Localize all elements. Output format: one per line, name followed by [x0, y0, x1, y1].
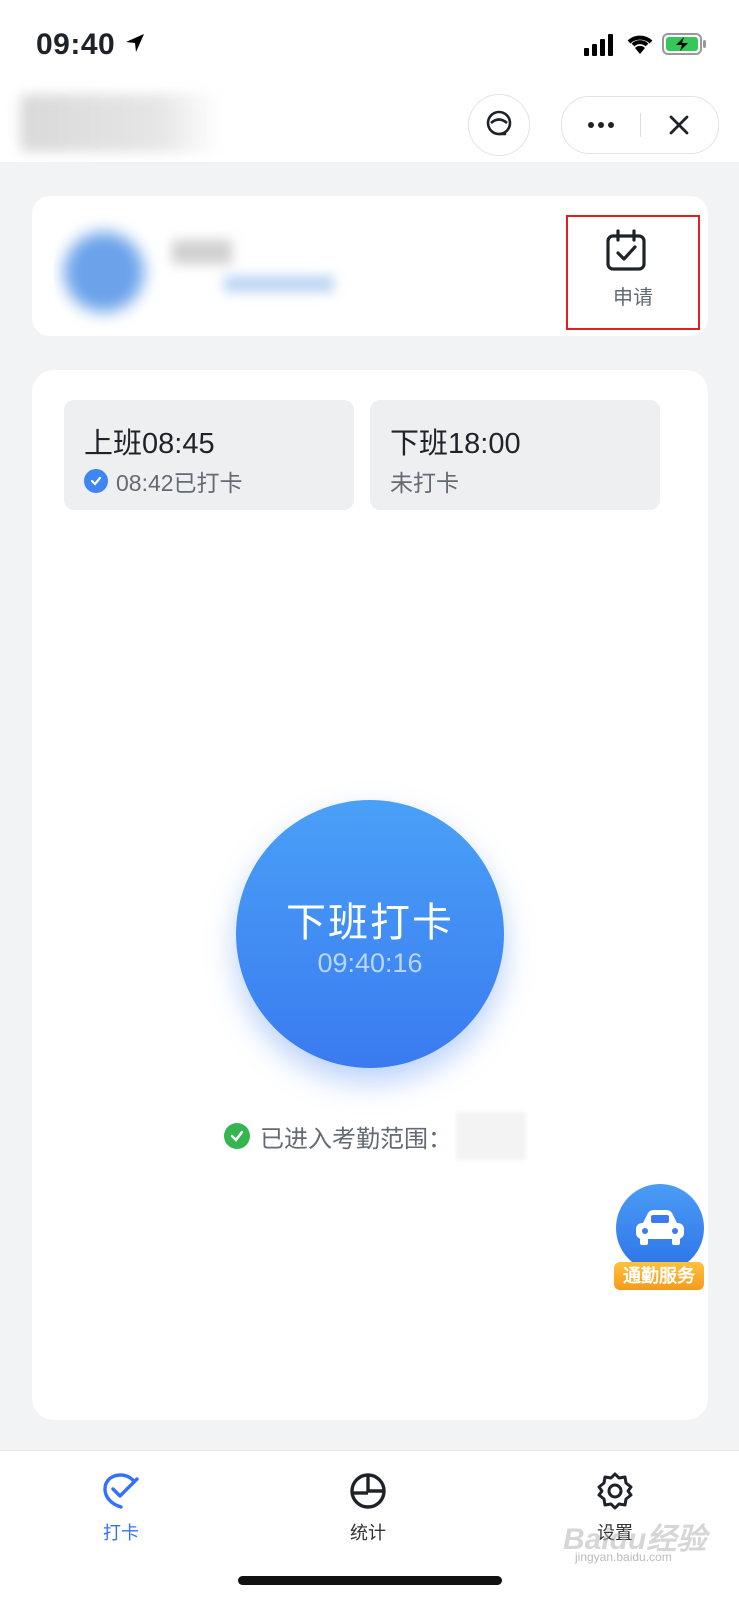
tab-punch[interactable]: 打卡	[66, 1469, 176, 1549]
watermark-url: jingyan.baidu.com	[575, 1550, 672, 1564]
shift-status-text: 08:42已打卡	[116, 470, 243, 496]
range-text: 已进入考勤范围：	[260, 1125, 452, 1153]
home-indicator	[238, 1576, 502, 1585]
shift-status: 08:42已打卡	[84, 464, 243, 498]
pie-chart-icon	[350, 1473, 386, 1509]
tab-label: 打卡	[103, 1523, 139, 1543]
cellular-signal-icon	[584, 34, 613, 56]
support-button[interactable]	[468, 94, 530, 156]
status-time: 09:40	[36, 28, 116, 61]
check-circle-green-icon	[224, 1123, 250, 1149]
blurred-title	[20, 94, 220, 152]
commute-icon-circle	[616, 1184, 704, 1272]
shift-status-text: 未打卡	[390, 470, 459, 496]
commute-label: 通勤服务	[614, 1262, 704, 1290]
status-bar: 09:40	[0, 0, 739, 90]
apply-button[interactable]: 申请	[566, 215, 700, 330]
tab-statistics[interactable]: 统计	[313, 1469, 423, 1549]
more-button[interactable]	[580, 105, 622, 145]
blurred-location	[456, 1112, 526, 1160]
blurred-profile	[54, 210, 354, 330]
shift-card-clock-in[interactable]: 上班08:45 08:42已打卡	[64, 400, 354, 510]
close-icon	[669, 115, 689, 135]
battery-icon	[662, 33, 706, 55]
punch-title: 下班打卡	[286, 901, 454, 945]
blurred-subtitle	[224, 276, 334, 292]
location-arrow-icon	[126, 34, 144, 52]
commute-service-button[interactable]: 通勤服务	[614, 1184, 706, 1294]
punch-button[interactable]: 下班打卡 09:40:16	[236, 800, 504, 1068]
tab-label: 统计	[350, 1523, 386, 1543]
car-icon	[636, 1210, 684, 1245]
punch-time: 09:40:16	[317, 948, 423, 978]
headset-icon	[486, 110, 512, 136]
check-circle-icon	[84, 469, 108, 493]
check-icon	[103, 1473, 139, 1509]
apply-label: 申请	[613, 287, 653, 309]
blurred-name	[172, 240, 232, 264]
mini-program-capsule	[561, 96, 719, 154]
avatar	[64, 232, 144, 312]
shift-status: 未打卡	[390, 464, 459, 498]
nav-bar	[0, 90, 739, 162]
close-button[interactable]	[658, 105, 700, 145]
capsule-divider	[640, 113, 641, 137]
shift-title: 下班18:00	[390, 428, 521, 460]
wifi-icon	[627, 35, 653, 54]
calendar-check-icon	[606, 229, 646, 271]
gear-icon	[597, 1472, 633, 1510]
shift-card-clock-out[interactable]: 下班18:00 未打卡	[370, 400, 660, 510]
more-icon	[588, 122, 614, 128]
shift-title: 上班08:45	[84, 428, 215, 460]
attendance-range-status: 已进入考勤范围：	[224, 1112, 526, 1160]
